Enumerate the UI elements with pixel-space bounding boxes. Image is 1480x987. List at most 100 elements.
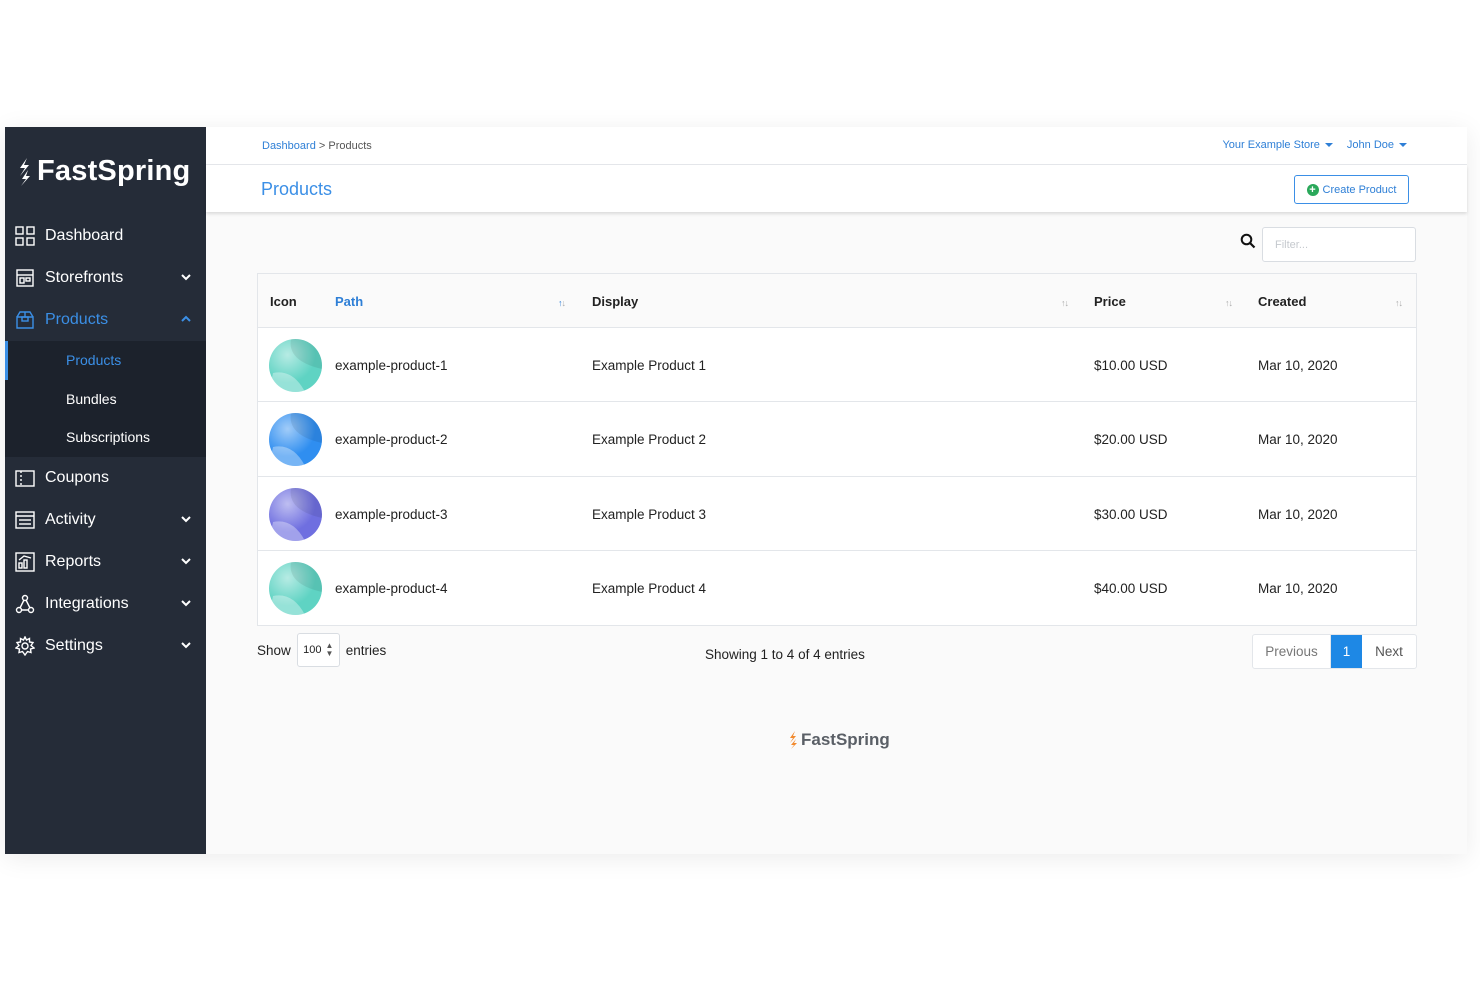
sidebar-item-storefronts[interactable]: Storefronts	[5, 257, 206, 299]
footer-logo: FastSpring	[788, 730, 890, 750]
product-icon	[269, 561, 322, 615]
product-icon	[269, 339, 322, 392]
caret-down-icon	[1324, 143, 1333, 147]
cell-price: $10.00 USD	[1094, 358, 1168, 373]
caret-down-icon	[1399, 143, 1407, 147]
top-bar: Dashboard > Products Your Example Store …	[206, 127, 1467, 165]
cell-path[interactable]: example-product-1	[335, 358, 448, 373]
column-header-created[interactable]: Created	[1258, 294, 1306, 309]
sidebar-item-label: Settings	[45, 636, 103, 654]
create-product-label: Create Product	[1322, 183, 1397, 196]
sidebar-item-label: Products	[45, 311, 109, 328]
subnav-item-bundles[interactable]: Bundles	[5, 380, 206, 419]
products-table: Icon Path ↑↓ Display ↑↓ Price ↑↓ Created…	[257, 273, 1417, 627]
page-title: Products	[261, 179, 333, 199]
select-arrows-icon: ▲ ▼	[325, 641, 334, 658]
breadcrumb-dashboard-link[interactable]: Dashboard	[262, 140, 316, 152]
cell-display: Example Product 1	[592, 358, 707, 373]
cell-display: Example Product 3	[592, 506, 707, 522]
search-icon	[1240, 233, 1256, 249]
column-header-icon: Icon	[270, 294, 297, 309]
sidebar: FastSpring Dashboard Storefronts Product…	[5, 127, 206, 854]
previous-page-button[interactable]: Previous	[1253, 635, 1331, 668]
cell-path[interactable]: example-product-4	[335, 581, 448, 596]
subnav-item-products[interactable]: Products	[5, 341, 206, 380]
next-page-button[interactable]: Next	[1362, 635, 1416, 668]
cell-created: Mar 10, 2020	[1258, 432, 1338, 448]
user-menu[interactable]: John Doe	[1347, 139, 1407, 151]
subnav-item-label: Subscriptions	[66, 429, 151, 446]
sidebar-item-settings[interactable]: Settings	[5, 625, 206, 667]
sort-ascending-icon[interactable]: ↑↓	[558, 298, 566, 308]
main-content: Dashboard > Products Your Example Store …	[206, 127, 1467, 854]
sidebar-item-label: Dashboard	[45, 227, 124, 244]
cell-price: $20.00 USD	[1094, 432, 1168, 448]
cell-price: $40.00 USD	[1094, 580, 1168, 596]
cell-path[interactable]: example-product-3	[335, 507, 448, 522]
table-row[interactable]: example-product-4 Example Product 4 $40.…	[258, 551, 1416, 625]
chevron-up-icon	[181, 315, 191, 322]
app-window: FastSpring Dashboard Storefronts Product…	[5, 127, 1467, 854]
sidebar-item-coupons[interactable]: Coupons	[5, 457, 206, 499]
sidebar-item-products[interactable]: Products	[5, 299, 206, 341]
table-row[interactable]: example-product-2 Example Product 2 $20.…	[258, 402, 1416, 477]
sidebar-item-label: Storefronts	[45, 269, 124, 286]
products-icon	[16, 311, 34, 329]
sort-icon[interactable]: ↑↓	[1395, 298, 1403, 308]
plus-circle-icon: +	[1306, 183, 1319, 196]
brand-logo[interactable]: FastSpring	[17, 155, 190, 188]
column-header-price[interactable]: Price	[1094, 294, 1126, 309]
fastspring-logo-icon	[790, 731, 797, 749]
dashboard-icon	[15, 226, 35, 246]
user-name: John Doe	[1346, 139, 1394, 151]
page-1-button[interactable]: 1	[1331, 635, 1362, 668]
chevron-down-icon	[181, 274, 191, 281]
sort-icon[interactable]: ↑↓	[1061, 298, 1069, 308]
reports-icon	[15, 551, 35, 572]
sidebar-item-dashboard[interactable]: Dashboard	[5, 215, 206, 257]
sidebar-item-label: Integrations	[45, 594, 129, 612]
sidebar-item-integrations[interactable]: Integrations	[5, 583, 206, 625]
table-header: Icon Path ↑↓ Display ↑↓ Price ↑↓ Created…	[258, 274, 1416, 328]
cell-path[interactable]: example-product-2	[335, 432, 448, 447]
chevron-down-icon	[181, 557, 191, 564]
cell-price: $30.00 USD	[1094, 506, 1168, 522]
create-product-button[interactable]: + Create Product	[1294, 175, 1409, 204]
activity-icon	[15, 510, 35, 529]
chevron-down-icon	[181, 599, 191, 606]
integrations-icon	[15, 594, 35, 613]
breadcrumb-current: Products	[328, 140, 372, 152]
sidebar-item-label: Activity	[45, 510, 96, 528]
table-row[interactable]: example-product-3 Example Product 3 $30.…	[258, 477, 1416, 551]
sidebar-item-reports[interactable]: Reports	[5, 541, 206, 583]
title-bar: Products + Create Product	[206, 165, 1467, 212]
product-icon	[269, 487, 322, 541]
sidebar-item-activity[interactable]: Activity	[5, 499, 206, 541]
footer-brand-name: FastSpring	[801, 730, 890, 749]
product-icon	[269, 413, 322, 467]
filter-input[interactable]	[1262, 227, 1416, 262]
chevron-down-icon	[181, 641, 191, 648]
breadcrumb-separator: >	[315, 140, 329, 152]
column-header-path[interactable]: Path	[335, 294, 363, 309]
page-size-control: Show 100 ▲ ▼ entries	[257, 633, 386, 667]
storefront-icon	[16, 269, 34, 287]
settings-icon	[15, 635, 35, 656]
sort-icon[interactable]: ↑↓	[1225, 298, 1233, 308]
cell-created: Mar 10, 2020	[1258, 580, 1338, 596]
entries-label: entries	[345, 642, 387, 658]
pagination: Previous 1 Next	[1252, 634, 1417, 669]
top-right-menus: Your Example Store John Doe	[1222, 139, 1407, 151]
page-size-select[interactable]: 100 ▲ ▼	[296, 633, 340, 667]
pagination-summary: Showing 1 to 4 of 4 entries	[705, 647, 865, 662]
page-size-value: 100	[303, 644, 322, 656]
column-header-display[interactable]: Display	[592, 294, 638, 309]
coupon-icon	[15, 469, 35, 487]
cell-created: Mar 10, 2020	[1258, 506, 1338, 522]
chevron-down-icon	[181, 515, 191, 522]
fastspring-logo-icon	[20, 157, 30, 186]
store-selector[interactable]: Your Example Store	[1222, 139, 1333, 151]
subnav-item-subscriptions[interactable]: Subscriptions	[5, 418, 206, 457]
table-row[interactable]: example-product-1 Example Product 1 $10.…	[258, 328, 1416, 403]
cell-display: Example Product 4	[592, 580, 707, 596]
